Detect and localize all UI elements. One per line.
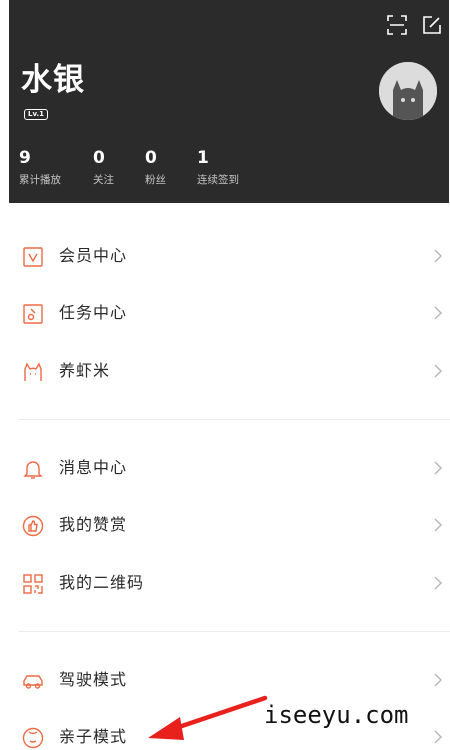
menu-label: 任务中心 [59,303,128,322]
stat-label: 累计播放 [19,174,61,186]
stat-fans[interactable]: 0 粉丝 [145,148,166,187]
menu-item-raise-xiami[interactable]: 养虾米 [0,345,450,397]
stat-checkin[interactable]: 1 连续签到 [197,148,239,187]
avatar[interactable] [379,62,437,120]
stat-following[interactable]: 0 关注 [93,148,114,187]
chevron-right-icon [433,249,443,263]
chevron-right-icon [433,364,443,378]
menu-item-vip-center[interactable]: 会员中心 [0,230,450,282]
chevron-right-icon [433,461,443,475]
watermark-text: iseeyu.com [264,701,409,729]
menu-label: 会员中心 [59,246,128,265]
stat-label: 粉丝 [145,174,166,186]
level-badge: Lv.1 [24,109,48,120]
vip-icon [22,246,44,268]
scan-icon[interactable] [387,15,407,35]
menu-item-message-center[interactable]: 消息中心 [0,442,450,494]
stat-plays[interactable]: 9 累计播放 [19,148,61,187]
menu-item-task-center[interactable]: 任务中心 [0,287,450,339]
cat-icon [22,361,44,383]
stat-value: 9 [19,148,31,168]
thumbs-up-icon [22,515,44,537]
baby-icon [22,727,44,749]
menu-label: 亲子模式 [59,727,128,746]
chevron-right-icon [433,306,443,320]
menu-item-my-qrcode[interactable]: 我的二维码 [0,557,450,609]
qrcode-icon [22,573,44,595]
menu-label: 我的赞赏 [59,515,128,534]
section-divider [18,419,450,420]
stat-value: 0 [145,148,157,168]
section-divider [18,631,450,632]
chevron-right-icon [433,730,443,744]
menu-label: 驾驶模式 [59,670,128,689]
arrow-icon [140,690,270,750]
menu-item-my-rewards[interactable]: 我的赞赏 [0,499,450,551]
menu-label: 我的二维码 [59,573,145,592]
bell-icon [22,458,44,480]
stat-label: 连续签到 [197,174,239,186]
menu-label: 消息中心 [59,458,128,477]
task-icon [22,303,44,325]
chevron-right-icon [433,518,443,532]
chevron-right-icon [433,576,443,590]
username: 水银 [21,62,85,98]
stat-label: 关注 [93,174,114,186]
stat-value: 1 [197,148,209,168]
chevron-right-icon [433,673,443,687]
stat-value: 0 [93,148,105,168]
edit-icon[interactable] [422,15,442,35]
menu-label: 养虾米 [59,361,111,380]
car-icon [22,670,44,692]
profile-header: 水银 Lv.1 9 累计播放 0 关注 0 粉丝 1 连续签到 [9,0,449,203]
